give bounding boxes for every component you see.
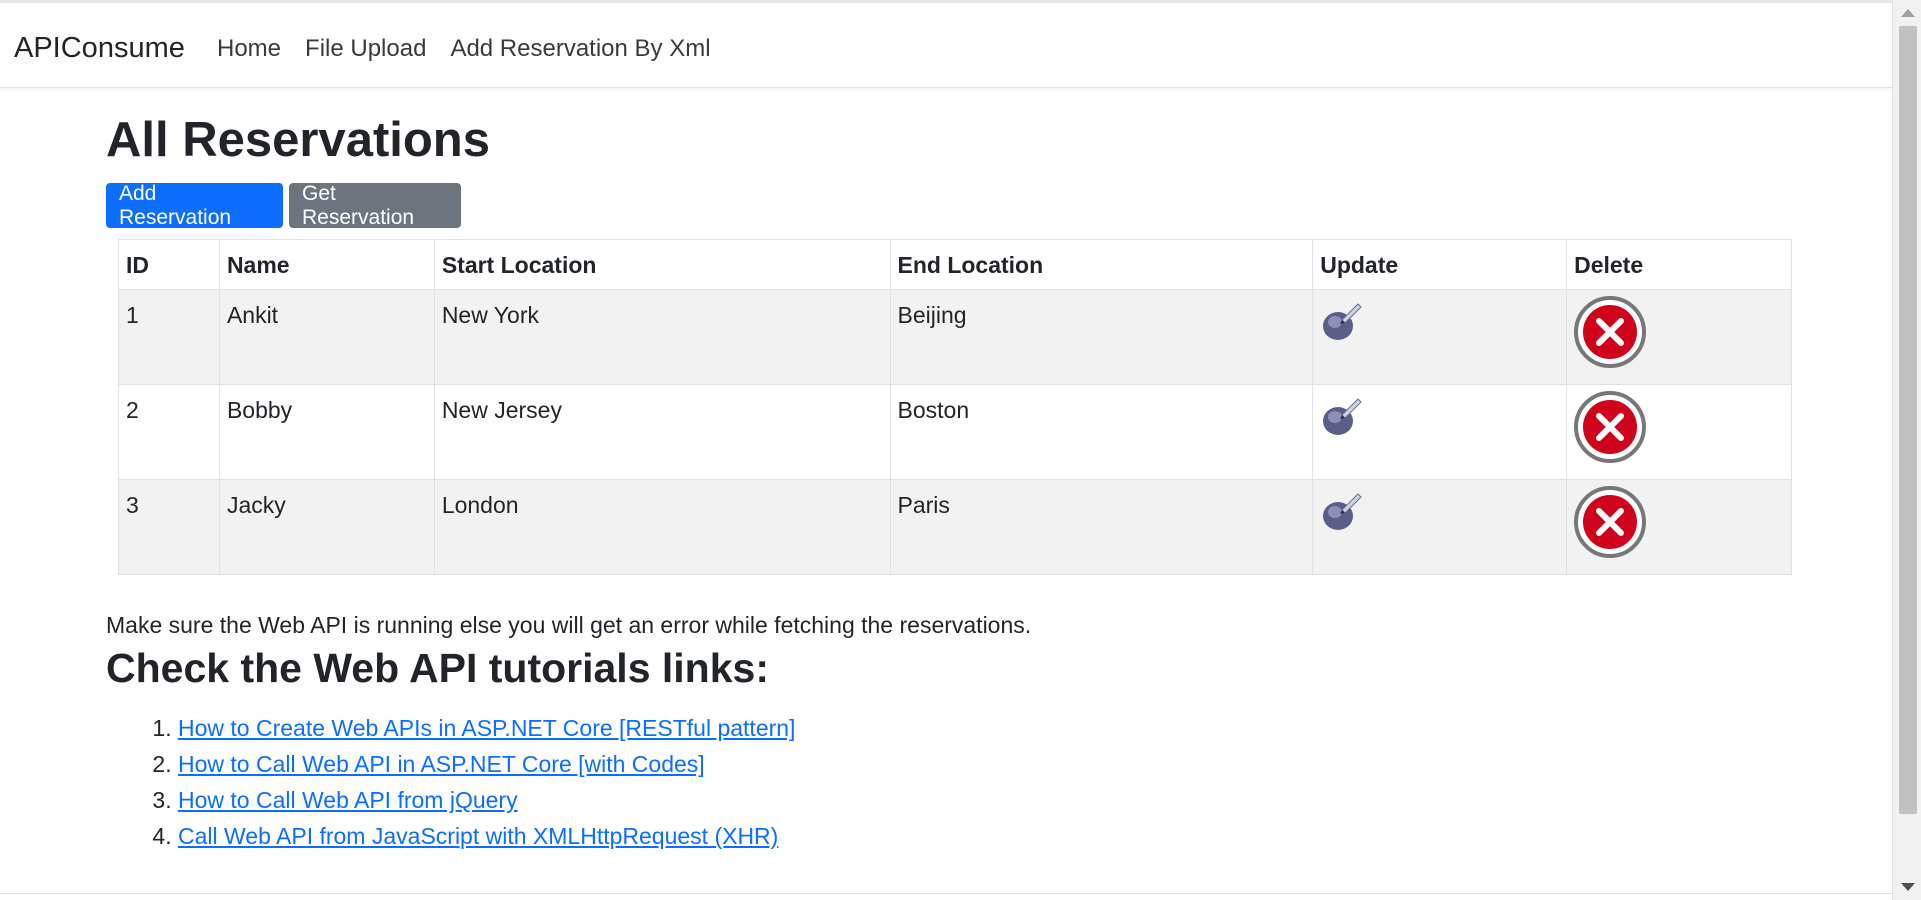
api-running-note: Make sure the Web API is running else yo…: [106, 612, 1032, 638]
scroll-up-arrow-icon[interactable]: [1901, 9, 1915, 17]
edit-pen-icon[interactable]: [1320, 300, 1364, 344]
column-header-start-location: Start Location: [433, 239, 891, 290]
cell-update: [1312, 289, 1568, 385]
edit-pen-icon[interactable]: [1320, 490, 1364, 534]
tutorial-link-call-web-api-aspnet[interactable]: How to Call Web API in ASP.NET Core [wit…: [178, 751, 705, 777]
column-header-name: Name: [218, 239, 435, 290]
cell-id: 1: [118, 289, 220, 385]
table-row: 2 Bobby New Jersey Boston: [118, 384, 1792, 480]
tutorial-link-create-web-apis[interactable]: How to Create Web APIs in ASP.NET Core […: [178, 715, 795, 741]
cell-end-location: Paris: [889, 479, 1314, 575]
navbar: APIConsume Home File Upload Add Reservat…: [0, 3, 1892, 88]
list-item: How to Create Web APIs in ASP.NET Core […: [178, 710, 795, 746]
column-header-end-location: End Location: [889, 239, 1314, 290]
cell-start-location: New York: [433, 289, 891, 385]
cell-delete: [1566, 289, 1792, 385]
scroll-down-arrow-icon[interactable]: [1901, 883, 1915, 891]
brand-link[interactable]: APIConsume: [14, 28, 185, 68]
cell-end-location: Boston: [889, 384, 1314, 480]
cell-name: Bobby: [218, 384, 435, 480]
column-header-update: Update: [1312, 239, 1568, 290]
cell-delete: [1566, 479, 1792, 575]
page-title: All Reservations: [106, 113, 490, 167]
cell-start-location: London: [433, 479, 891, 575]
delete-x-icon[interactable]: [1574, 296, 1647, 368]
scrollbar-thumb[interactable]: [1899, 26, 1917, 814]
tutorial-links-list: How to Create Web APIs in ASP.NET Core […: [106, 710, 795, 854]
list-item: How to Call Web API from jQuery: [178, 782, 795, 818]
cell-start-location: New Jersey: [433, 384, 891, 480]
list-item: How to Call Web API in ASP.NET Core [wit…: [178, 746, 795, 782]
delete-x-icon[interactable]: [1574, 486, 1647, 558]
cell-update: [1312, 384, 1568, 480]
cell-end-location: Beijing: [889, 289, 1314, 385]
column-header-id: ID: [118, 239, 220, 290]
tutorial-link-call-web-api-xhr[interactable]: Call Web API from JavaScript with XMLHtt…: [178, 823, 778, 849]
cell-id: 2: [118, 384, 220, 480]
cell-delete: [1566, 384, 1792, 480]
nav-link-add-reservation-by-xml[interactable]: Add Reservation By Xml: [450, 31, 710, 67]
edit-pen-icon[interactable]: [1320, 395, 1364, 439]
main-container: All Reservations Add Reservation Get Res…: [106, 100, 1796, 849]
tutorial-links-heading: Check the Web API tutorials links:: [106, 645, 769, 691]
add-reservation-button[interactable]: Add Reservation: [106, 182, 283, 229]
get-reservation-button[interactable]: Get Reservation: [289, 182, 461, 229]
page-bottom-border: [0, 893, 1892, 894]
table-header-row: ID Name Start Location End Location Upda…: [118, 239, 1792, 290]
table-row: 1 Ankit New York Beijing: [118, 289, 1792, 385]
list-item: Call Web API from JavaScript with XMLHtt…: [178, 818, 795, 854]
cell-name: Ankit: [218, 289, 435, 385]
vertical-scrollbar[interactable]: [1892, 0, 1921, 900]
action-buttons: Add Reservation Get Reservation: [106, 182, 1796, 229]
reservations-table: ID Name Start Location End Location Upda…: [118, 239, 1792, 575]
nav-links: Home File Upload Add Reservation By Xml: [217, 31, 735, 67]
cell-update: [1312, 479, 1568, 575]
table-row: 3 Jacky London Paris: [118, 479, 1792, 575]
cell-name: Jacky: [218, 479, 435, 575]
tutorial-link-call-web-api-jquery[interactable]: How to Call Web API from jQuery: [178, 787, 518, 813]
column-header-delete: Delete: [1566, 239, 1792, 290]
delete-x-icon[interactable]: [1574, 391, 1647, 463]
nav-link-file-upload[interactable]: File Upload: [305, 31, 426, 67]
cell-id: 3: [118, 479, 220, 575]
nav-link-home[interactable]: Home: [217, 31, 281, 67]
